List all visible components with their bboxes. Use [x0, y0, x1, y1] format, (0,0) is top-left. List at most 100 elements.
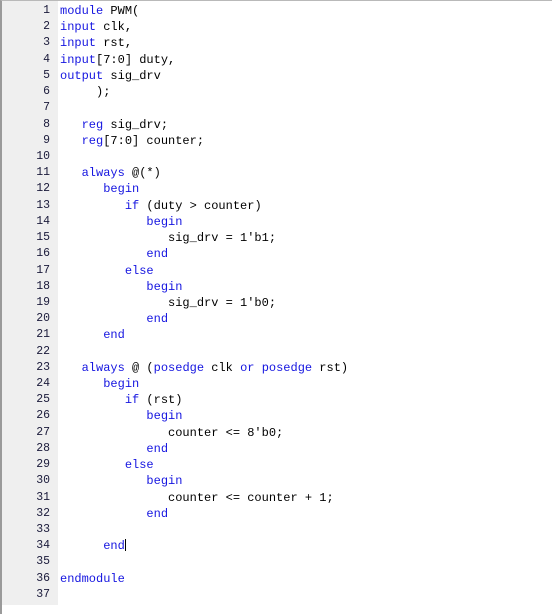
line-number: 30 [36, 474, 50, 488]
line-number: 36 [36, 571, 50, 585]
line-number-gutter: 1 2 3 4 5 6 7 8 9 10 11 12 13 14 15 16 17 18 19 20 21 22 23 24 2… [2, 1, 58, 605]
code-line[interactable]: begin [60, 376, 552, 392]
line-number: 14 [36, 214, 50, 228]
keyword-token: begin [146, 409, 183, 424]
line-number: 27 [36, 425, 50, 439]
line-number: 1 [43, 4, 50, 17]
code-line[interactable]: begin [60, 279, 552, 295]
line-number: 8 [43, 117, 50, 131]
keyword-token: end [146, 312, 169, 327]
verilog-code-editor[interactable]: 1 2 3 4 5 6 7 8 9 10 11 12 13 14 15 16 17 18 19 20 21 22 23 24 2… [0, 0, 552, 614]
keyword-token: end [146, 506, 169, 521]
code-line[interactable]: input[7:0] duty, [60, 52, 552, 68]
line-number: 35 [36, 555, 50, 569]
line-number: 15 [36, 231, 50, 245]
code-line[interactable] [60, 522, 552, 538]
code-line[interactable]: always @(*) [60, 165, 552, 181]
plain-token: sig_drv = 1'b0; [60, 295, 277, 310]
keyword-token: output [60, 68, 104, 83]
keyword-token: input [60, 52, 97, 67]
keyword-token: end [146, 247, 169, 262]
code-text-area[interactable]: module PWM(input clk, input rst, input[7:0… [60, 3, 552, 603]
line-number: 4 [43, 52, 50, 66]
keyword-token: begin [103, 377, 140, 392]
keyword-token: begin [146, 214, 183, 229]
code-line[interactable]: end [60, 327, 552, 343]
line-number: 13 [36, 198, 50, 212]
code-line[interactable] [60, 587, 552, 603]
line-number: 2 [43, 20, 50, 34]
code-line[interactable]: ); [60, 84, 552, 100]
line-number: 12 [36, 182, 50, 196]
plain-token: ); [60, 85, 111, 100]
code-line[interactable]: endmodule [60, 571, 552, 587]
code-line[interactable]: else [60, 457, 552, 473]
code-line[interactable]: output sig_drv [60, 68, 552, 84]
code-line[interactable]: always @ (posedge clk or posedge rst) [60, 360, 552, 376]
keyword-token: reg [81, 117, 104, 132]
code-line[interactable]: end [60, 441, 552, 457]
code-line[interactable]: begin [60, 214, 552, 230]
code-line[interactable]: begin [60, 181, 552, 197]
keyword-token: end [103, 539, 125, 554]
plain-token: [7:0] counter; [103, 133, 205, 148]
text-cursor [124, 539, 126, 552]
line-number: 9 [43, 133, 50, 147]
code-line[interactable]: if (rst) [60, 392, 552, 408]
keyword-token: posedge [153, 360, 205, 375]
code-line[interactable]: reg sig_drv; [60, 117, 552, 133]
code-line[interactable]: if (duty > counter) [60, 198, 552, 214]
code-line[interactable]: begin [60, 473, 552, 489]
code-line[interactable]: end [60, 538, 552, 554]
plain-token: PWM( [103, 4, 140, 18]
keyword-token: posedge [261, 360, 313, 375]
code-line[interactable]: sig_drv = 1'b1; [60, 230, 552, 246]
line-number: 3 [43, 36, 50, 50]
code-line[interactable]: end [60, 311, 552, 327]
code-line[interactable]: input rst, [60, 35, 552, 51]
line-number: 23 [36, 360, 50, 374]
code-line[interactable]: end [60, 506, 552, 522]
code-line[interactable]: counter <= counter + 1; [60, 490, 552, 506]
code-line[interactable]: module PWM( [60, 3, 552, 19]
line-number: 31 [36, 490, 50, 504]
keyword-token: end [146, 441, 169, 456]
keyword-token: endmodule [60, 571, 125, 586]
code-line[interactable]: reg[7:0] counter; [60, 133, 552, 149]
code-line[interactable] [60, 149, 552, 165]
keyword-token: input [60, 20, 97, 35]
code-line[interactable]: counter <= 8'b0; [60, 425, 552, 441]
code-line[interactable] [60, 554, 552, 570]
line-number: 28 [36, 441, 50, 455]
code-line[interactable]: sig_drv = 1'b0; [60, 295, 552, 311]
line-number: 16 [36, 247, 50, 261]
plain-token: counter <= counter + 1; [60, 490, 334, 505]
code-line[interactable] [60, 344, 552, 360]
plain-token: sig_drv [103, 68, 161, 83]
code-line[interactable] [60, 100, 552, 116]
code-line[interactable]: begin [60, 408, 552, 424]
keyword-token: else [124, 458, 154, 473]
keyword-token: always [81, 166, 125, 181]
code-line[interactable]: input clk, [60, 19, 552, 35]
keyword-token: always [81, 360, 125, 375]
plain-token: sig_drv = 1'b1; [60, 231, 277, 246]
line-number: 6 [43, 85, 50, 99]
code-line[interactable]: end [60, 246, 552, 262]
code-line[interactable]: else [60, 263, 552, 279]
line-number: 34 [36, 539, 50, 553]
plain-token: rst) [312, 360, 349, 375]
